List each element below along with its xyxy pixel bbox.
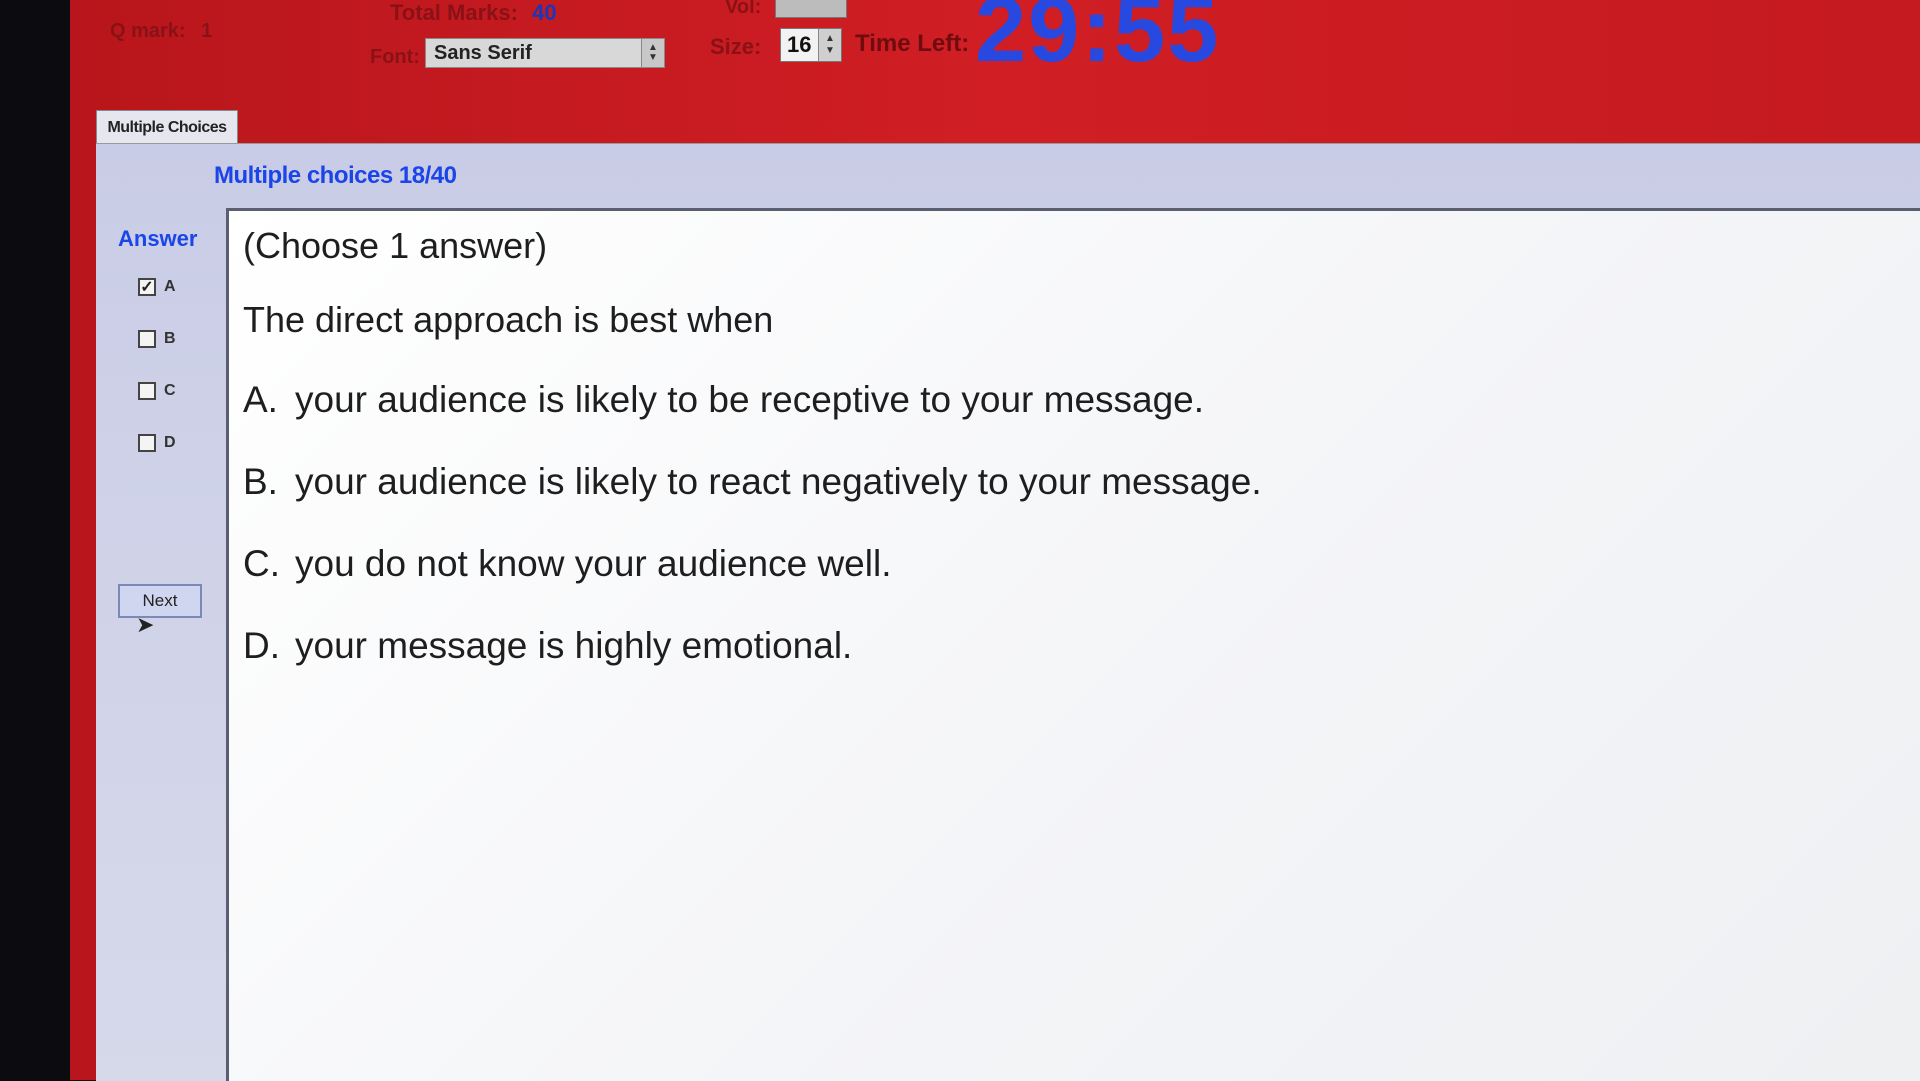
answer-option-letter: A — [164, 278, 176, 295]
option-text: you do not know your audience well. — [295, 543, 892, 584]
option-letter: C. — [243, 543, 280, 584]
answer-option-letter: D — [164, 434, 176, 451]
checkbox-icon[interactable] — [138, 330, 156, 348]
font-spinner-icon[interactable]: ▲ ▼ — [641, 39, 664, 67]
question-instruction: (Choose 1 answer) — [243, 225, 548, 266]
tab-multiple-choices[interactable]: Multiple Choices — [96, 110, 238, 146]
option-letter: B. — [243, 461, 278, 502]
qmark-value: 1 — [201, 20, 213, 42]
question-mark-indicator: Q mark: 1 — [110, 20, 212, 43]
section-title: Multiple choices 18/40 — [214, 162, 457, 189]
next-button[interactable]: Next — [118, 584, 202, 618]
answer-option-letter: C — [164, 382, 176, 399]
qmark-label: Q mark: — [110, 20, 186, 42]
answer-option-b[interactable]: B — [138, 330, 176, 348]
answer-option-letter: B — [164, 330, 176, 347]
size-spinner-icon[interactable]: ▲ ▼ — [818, 29, 841, 61]
font-size-stepper[interactable]: 16 ▲ ▼ — [780, 28, 842, 62]
answer-option-d[interactable]: D — [138, 434, 176, 452]
answer-option-a[interactable]: ✓ A — [138, 278, 176, 296]
exam-toolbar: Q mark: 1 Total Marks: 40 Vol: Font: San… — [70, 0, 1920, 110]
question-option-b: B. your audience is likely to react negat… — [243, 461, 1262, 503]
exam-window: Q mark: 1 Total Marks: 40 Vol: Font: San… — [70, 0, 1920, 1081]
font-label: Font: — [370, 46, 420, 68]
option-text: your audience is likely to be receptive … — [295, 379, 1205, 420]
question-area: (Choose 1 answer) The direct approach is… — [226, 208, 1920, 1081]
checkbox-checked-icon[interactable]: ✓ — [138, 278, 156, 296]
option-letter: D. — [243, 625, 280, 666]
total-marks-label: Total Marks: — [390, 0, 518, 25]
font-size-value: 16 — [787, 32, 812, 57]
question-text: The direct approach is best when — [243, 299, 774, 340]
countdown-timer: 29:55 — [975, 0, 1221, 81]
question-option-c: C. you do not know your audience well. — [243, 543, 891, 585]
font-select-value: Sans Serif — [434, 41, 532, 64]
question-option-a: A. your audience is likely to be receptiv… — [243, 379, 1204, 421]
option-text: your audience is likely to react negativ… — [295, 461, 1262, 502]
multiple-choice-panel: Multiple choices 18/40 Answer ✓ A B C D … — [96, 143, 1920, 1081]
total-marks-value: 40 — [532, 0, 557, 25]
question-option-d: D. your message is highly emotional. — [243, 625, 852, 667]
answer-label: Answer — [118, 226, 198, 251]
volume-label: Vol: — [725, 0, 762, 18]
checkbox-icon[interactable] — [138, 382, 156, 400]
font-select[interactable]: Sans Serif ▲ ▼ — [425, 38, 665, 68]
checkbox-icon[interactable] — [138, 434, 156, 452]
answer-option-c[interactable]: C — [138, 382, 176, 400]
total-marks: Total Marks: 40 — [390, 0, 557, 26]
time-left-label: Time Left: — [855, 30, 970, 57]
mouse-pointer-icon: ➤ — [136, 612, 155, 637]
option-text: your message is highly emotional. — [295, 625, 853, 666]
volume-select[interactable] — [775, 0, 847, 18]
size-label: Size: — [710, 34, 762, 59]
option-letter: A. — [243, 379, 278, 420]
